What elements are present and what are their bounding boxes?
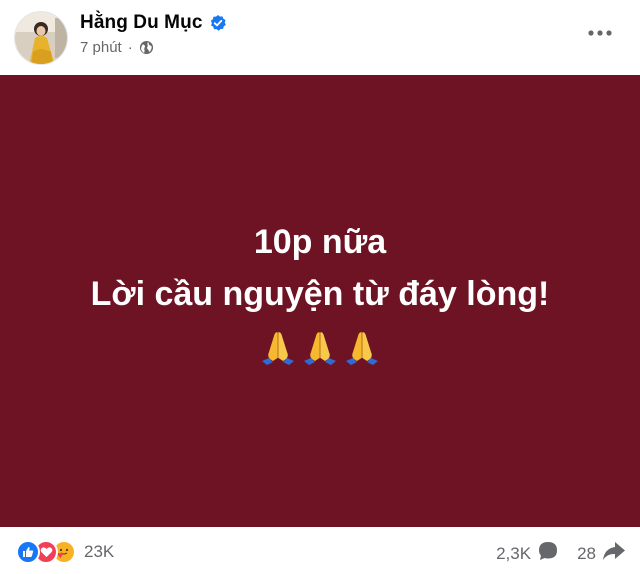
post-timestamp[interactable]: 7 phút (80, 39, 122, 56)
post-text-card[interactable]: 10p nữa Lời cầu nguyện từ đáy lòng! (0, 75, 640, 527)
globe-icon[interactable] (139, 40, 154, 55)
comment-icon[interactable] (537, 540, 559, 567)
post-text-line2: Lời cầu nguyện từ đáy lòng! (90, 274, 550, 313)
meta-separator: · (127, 39, 133, 56)
comment-count[interactable]: 2,3K (496, 544, 531, 564)
author-avatar[interactable] (14, 11, 68, 65)
post-emoji-row (259, 328, 381, 371)
folded-hands-emoji (343, 328, 381, 371)
post-text-line1: 10p nữa (253, 222, 387, 261)
reaction-count: 23K (84, 542, 115, 561)
post-footer: 23K 2,3K 28 (0, 527, 640, 574)
folded-hands-emoji (259, 328, 297, 371)
like-reaction-icon (16, 540, 40, 564)
more-options-icon (588, 23, 612, 41)
share-icon[interactable] (602, 540, 626, 567)
folded-hands-emoji (301, 328, 339, 371)
more-options-button[interactable] (582, 20, 618, 44)
verified-badge-icon (209, 14, 227, 32)
share-count[interactable]: 28 (577, 544, 596, 564)
post-header: Hằng Du Mục 7 phút · (0, 0, 640, 75)
reactions-summary[interactable]: 23K (16, 540, 114, 564)
author-name[interactable]: Hằng Du Mục (80, 12, 203, 34)
